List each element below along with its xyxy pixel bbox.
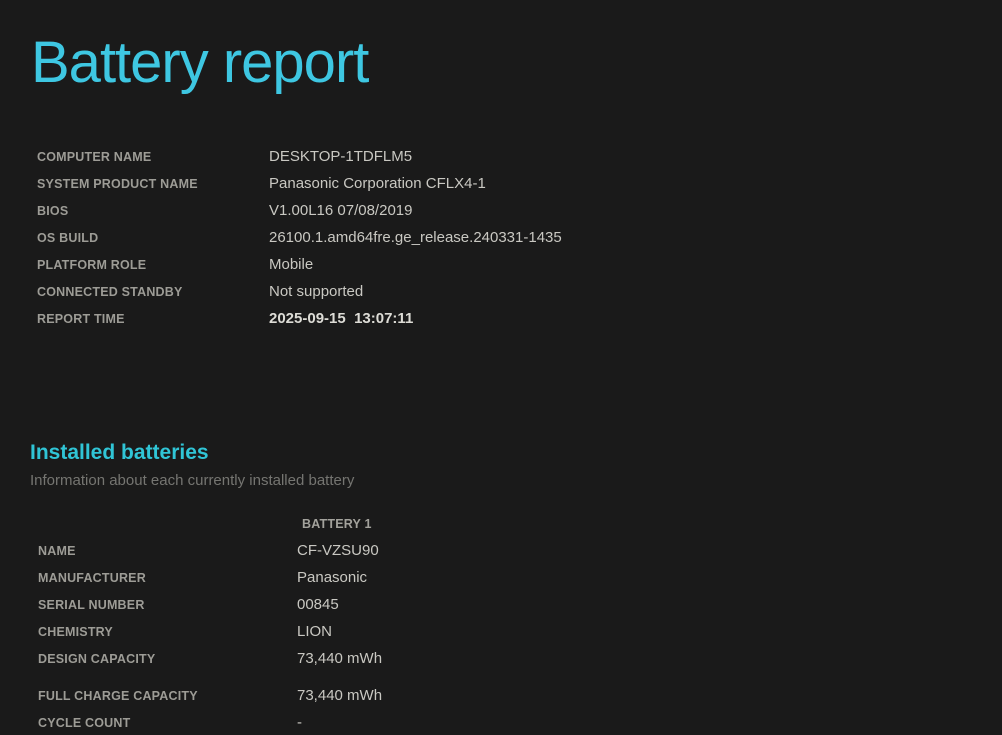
battery-info-row: MANUFACTURER Panasonic <box>38 564 758 591</box>
system-info-row: SYSTEM PRODUCT NAME Panasonic Corporatio… <box>37 170 757 197</box>
system-info-row: OS BUILD 26100.1.amd64fre.ge_release.240… <box>37 224 757 251</box>
battery-info-value: 73,440 mWh <box>297 650 758 667</box>
battery-info-value: LION <box>297 623 758 640</box>
battery-info-label: CHEMISTRY <box>38 625 297 639</box>
system-info-value: Mobile <box>269 256 757 273</box>
system-info-label: BIOS <box>37 204 269 218</box>
system-info-value: 2025-09-15 13:07:11 <box>269 310 757 327</box>
page-title: Battery report <box>31 30 368 97</box>
system-info-value: Panasonic Corporation CFLX4-1 <box>269 175 757 192</box>
battery-info-label: CYCLE COUNT <box>38 716 297 730</box>
system-info-table: COMPUTER NAME DESKTOP-1TDFLM5 SYSTEM PRO… <box>37 143 757 332</box>
battery-info-row: DESIGN CAPACITY 73,440 mWh <box>38 645 758 672</box>
battery-report-page: Battery report COMPUTER NAME DESKTOP-1TD… <box>0 0 1002 735</box>
battery-info-value: - <box>297 714 758 731</box>
system-info-label: CONNECTED STANDBY <box>37 285 269 299</box>
battery-info-value: CF-VZSU90 <box>297 542 758 559</box>
battery-info-label: MANUFACTURER <box>38 571 297 585</box>
battery-table-rows: NAME CF-VZSU90 MANUFACTURER Panasonic SE… <box>38 537 758 735</box>
system-info-row: BIOS V1.00L16 07/08/2019 <box>37 197 757 224</box>
battery-info-row: NAME CF-VZSU90 <box>38 537 758 564</box>
battery-info-row: CYCLE COUNT - <box>38 709 758 735</box>
system-info-label: OS BUILD <box>37 231 269 245</box>
battery-info-value: Panasonic <box>297 569 758 586</box>
battery-table-header-row: BATTERY 1 <box>38 510 758 537</box>
system-info-label: PLATFORM ROLE <box>37 258 269 272</box>
battery-info-value: 73,440 mWh <box>297 687 758 704</box>
system-info-value: 26100.1.amd64fre.ge_release.240331-1435 <box>269 229 757 246</box>
battery-info-label: SERIAL NUMBER <box>38 598 297 612</box>
installed-batteries-heading: Installed batteries <box>30 440 209 465</box>
system-info-row: COMPUTER NAME DESKTOP-1TDFLM5 <box>37 143 757 170</box>
battery-info-row: FULL CHARGE CAPACITY 73,440 mWh <box>38 682 758 709</box>
battery-info-row: CHEMISTRY LION <box>38 618 758 645</box>
system-info-value: Not supported <box>269 283 757 300</box>
system-info-label: COMPUTER NAME <box>37 150 269 164</box>
system-info-label: SYSTEM PRODUCT NAME <box>37 177 269 191</box>
system-info-row: CONNECTED STANDBY Not supported <box>37 278 757 305</box>
system-info-value: DESKTOP-1TDFLM5 <box>269 148 757 165</box>
battery-column-header: BATTERY 1 <box>297 517 758 531</box>
installed-batteries-table: BATTERY 1 NAME CF-VZSU90 MANUFACTURER Pa… <box>38 510 758 735</box>
system-info-label: REPORT TIME <box>37 312 269 326</box>
battery-info-value: 00845 <box>297 596 758 613</box>
battery-info-row: SERIAL NUMBER 00845 <box>38 591 758 618</box>
battery-info-label: NAME <box>38 544 297 558</box>
system-info-row: REPORT TIME 2025-09-15 13:07:11 <box>37 305 757 332</box>
installed-batteries-subtitle: Information about each currently install… <box>30 471 354 491</box>
battery-info-label: DESIGN CAPACITY <box>38 652 297 666</box>
battery-info-label: FULL CHARGE CAPACITY <box>38 689 297 703</box>
system-info-row: PLATFORM ROLE Mobile <box>37 251 757 278</box>
system-info-value: V1.00L16 07/08/2019 <box>269 202 757 219</box>
